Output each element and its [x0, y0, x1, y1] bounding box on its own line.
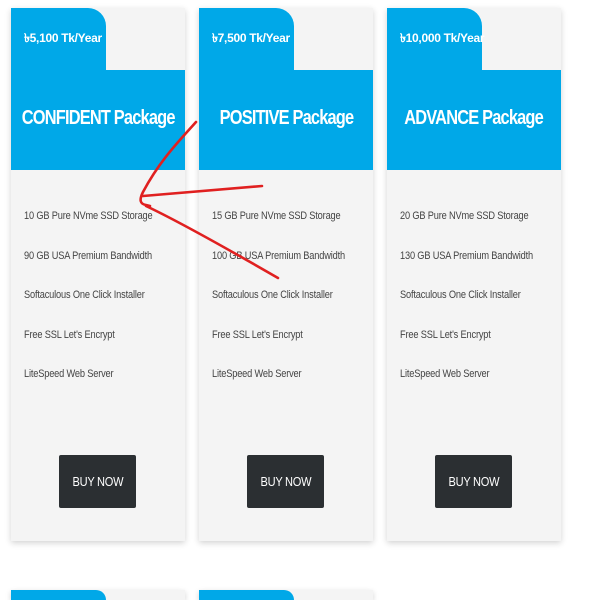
feature-bandwidth: 100 GB USA Premium Bandwidth — [212, 249, 345, 262]
price-tab — [199, 590, 294, 600]
package-title: POSITIVE Package — [219, 106, 353, 129]
package-title: ADVANCE Package — [404, 106, 545, 129]
feature-bandwidth: 130 GB USA Premium Bandwidth — [400, 249, 533, 262]
feature-ssl: Free SSL Let's Encrypt — [24, 328, 115, 341]
feature-installer: Softaculous One Click Installer — [212, 289, 333, 301]
feature-installer: Softaculous One Click Installer — [400, 289, 521, 301]
buy-now-label: BUY NOW — [72, 474, 123, 489]
price-label: ৳7,500 Tk/Year — [212, 31, 290, 45]
package-card-positive: ৳7,500 Tk/Year POSITIVE Package 15 GB Pu… — [199, 8, 373, 541]
package-title: CONFIDENT Package — [21, 106, 176, 129]
feature-server: LiteSpeed Web Server — [400, 368, 490, 380]
package-card-partial — [199, 590, 373, 600]
feature-storage: 10 GB Pure NVme SSD Storage — [24, 210, 153, 222]
feature-installer: Softaculous One Click Installer — [24, 289, 145, 301]
feature-ssl: Free SSL Let's Encrypt — [400, 328, 491, 341]
feature-list: 20 GB Pure NVme SSD Storage 130 GB USA P… — [400, 210, 558, 408]
price-tab: ৳5,100 Tk/Year — [11, 8, 106, 70]
package-title-band: POSITIVE Package — [199, 70, 373, 170]
feature-bandwidth: 90 GB USA Premium Bandwidth — [24, 249, 152, 262]
card-header: ৳10,000 Tk/Year — [387, 8, 561, 70]
feature-server: LiteSpeed Web Server — [212, 368, 302, 380]
package-card-partial — [11, 590, 185, 600]
price-label: ৳10,000 Tk/Year — [400, 31, 485, 45]
feature-list: 10 GB Pure NVme SSD Storage 90 GB USA Pr… — [24, 210, 177, 408]
feature-ssl: Free SSL Let's Encrypt — [212, 328, 303, 341]
buy-now-label: BUY NOW — [260, 474, 311, 489]
package-title-band: ADVANCE Package — [387, 70, 561, 170]
price-tab — [11, 590, 106, 600]
price-tab: ৳10,000 Tk/Year — [387, 8, 485, 70]
buy-now-button[interactable]: BUY NOW — [435, 455, 512, 508]
package-card-advance: ৳10,000 Tk/Year ADVANCE Package 20 GB Pu… — [387, 8, 561, 541]
package-card-confident: ৳5,100 Tk/Year CONFIDENT Package 10 GB P… — [11, 8, 185, 541]
price-tab: ৳7,500 Tk/Year — [199, 8, 294, 70]
card-header: ৳7,500 Tk/Year — [199, 8, 373, 70]
package-title-band: CONFIDENT Package — [11, 70, 185, 170]
buy-now-button[interactable]: BUY NOW — [59, 455, 136, 508]
buy-now-button[interactable]: BUY NOW — [247, 455, 324, 508]
buy-now-label: BUY NOW — [448, 474, 499, 489]
feature-server: LiteSpeed Web Server — [24, 368, 114, 380]
feature-list: 15 GB Pure NVme SSD Storage 100 GB USA P… — [212, 210, 370, 408]
card-header: ৳5,100 Tk/Year — [11, 8, 185, 70]
feature-storage: 15 GB Pure NVme SSD Storage — [212, 210, 341, 222]
price-label: ৳5,100 Tk/Year — [24, 31, 102, 45]
feature-storage: 20 GB Pure NVme SSD Storage — [400, 210, 529, 222]
